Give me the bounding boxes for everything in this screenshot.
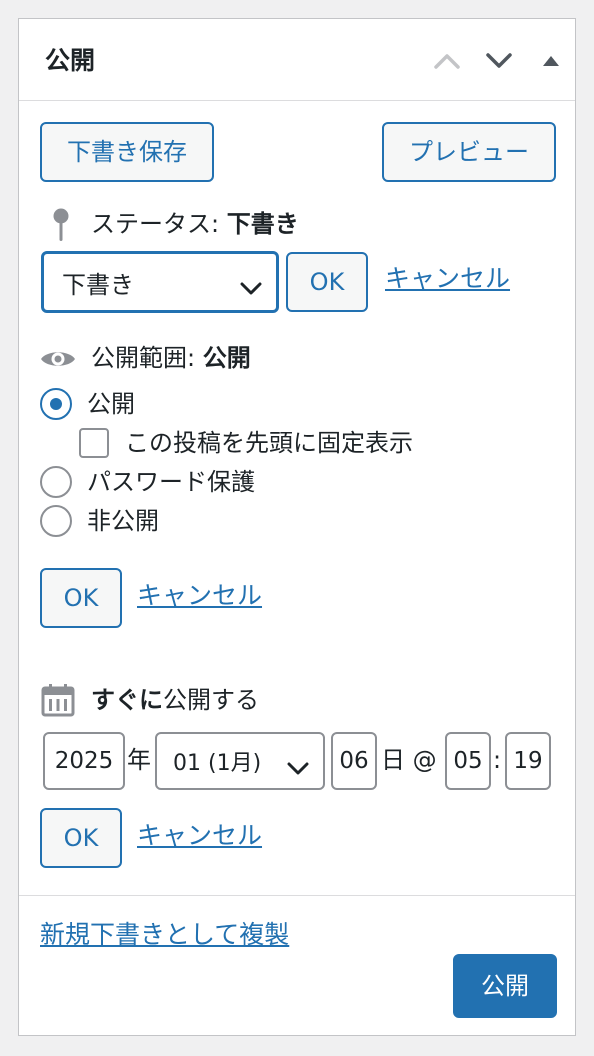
visibility-radio-password[interactable] — [40, 466, 72, 498]
publish-button[interactable]: 公開 — [453, 954, 557, 1018]
day-input[interactable]: 06 — [331, 732, 377, 790]
visibility-option-label: パスワード保護 — [87, 468, 255, 496]
month-select-value: 01 (1月) — [173, 751, 262, 776]
save-draft-button[interactable]: 下書き保存 — [40, 122, 214, 182]
move-down-icon[interactable] — [479, 41, 519, 81]
schedule-cancel-link[interactable]: キャンセル — [137, 820, 262, 852]
status-select-value: 下書き — [62, 270, 134, 299]
visibility-radio-private[interactable] — [40, 505, 72, 537]
schedule-label-bold: すぐに — [91, 686, 163, 714]
visibility-label: 公開範囲: — [91, 344, 196, 372]
visibility-line: 公開範囲: 公開 — [91, 343, 251, 373]
pin-icon — [51, 207, 71, 243]
status-line: ステータス: 下書き — [91, 209, 299, 239]
time-colon: : — [493, 746, 502, 774]
publish-box-title: 公開 — [45, 46, 96, 75]
chevron-down-icon — [287, 754, 309, 782]
schedule-label-rest: 公開する — [163, 686, 259, 714]
minute-input[interactable]: 19 — [505, 732, 551, 790]
year-suffix: 年 — [127, 746, 151, 774]
sticky-label: この投稿を先頭に固定表示 — [125, 429, 413, 457]
sticky-checkbox[interactable] — [79, 428, 109, 458]
visibility-option-label: 非公開 — [87, 507, 159, 535]
visibility-ok-button[interactable]: OK — [40, 568, 122, 628]
visibility-value: 公開 — [202, 344, 251, 372]
schedule-line: すぐに公開する — [91, 685, 259, 715]
publish-box-header: 公開 — [19, 19, 575, 101]
status-select[interactable]: 下書き — [41, 251, 279, 313]
move-up-icon[interactable] — [427, 41, 467, 81]
visibility-option-label: 公開 — [87, 390, 135, 418]
year-input[interactable]: 2025 — [43, 732, 125, 790]
visibility-cancel-link[interactable]: キャンセル — [137, 580, 262, 612]
status-ok-button[interactable]: OK — [286, 252, 368, 312]
month-select[interactable]: 01 (1月) — [155, 732, 325, 790]
status-value: 下書き — [226, 210, 299, 238]
status-label: ステータス: — [91, 210, 220, 238]
day-suffix: 日 @ — [381, 746, 437, 774]
eye-icon — [39, 347, 77, 371]
footer-divider — [19, 895, 575, 896]
calendar-icon — [41, 683, 75, 717]
hour-input[interactable]: 05 — [445, 732, 491, 790]
chevron-down-icon — [240, 274, 262, 302]
toggle-panel-icon[interactable] — [531, 41, 571, 81]
visibility-radio-public[interactable] — [40, 388, 72, 420]
preview-button[interactable]: プレビュー — [382, 122, 556, 182]
duplicate-as-draft-link[interactable]: 新規下書きとして複製 — [40, 919, 289, 951]
publish-box: 公開 下書き保存 プレビュー ステータス: 下書き 下書き OK キャンセル 公… — [18, 18, 576, 1036]
status-cancel-link[interactable]: キャンセル — [385, 263, 510, 295]
schedule-ok-button[interactable]: OK — [40, 808, 122, 868]
